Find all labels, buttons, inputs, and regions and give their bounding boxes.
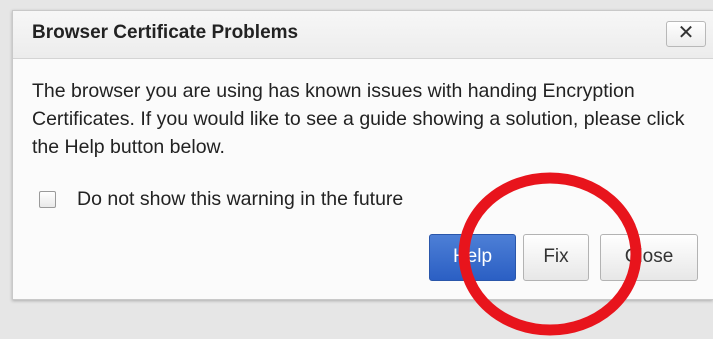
dont-show-again-checkbox[interactable]	[39, 191, 56, 208]
fix-button[interactable]: Fix	[523, 234, 589, 281]
close-icon[interactable]: ✕	[666, 21, 706, 47]
close-button[interactable]: Close	[600, 234, 698, 281]
dialog-titlebar: Browser Certificate Problems ✕	[13, 11, 713, 59]
help-button[interactable]: Help	[429, 234, 516, 281]
dont-show-again-label[interactable]: Do not show this warning in the future	[77, 188, 403, 211]
certificate-warning-dialog: Browser Certificate Problems ✕ The brows…	[12, 10, 713, 300]
dialog-message: The browser you are using has known issu…	[32, 80, 685, 158]
dialog-title: Browser Certificate Problems	[32, 22, 299, 43]
